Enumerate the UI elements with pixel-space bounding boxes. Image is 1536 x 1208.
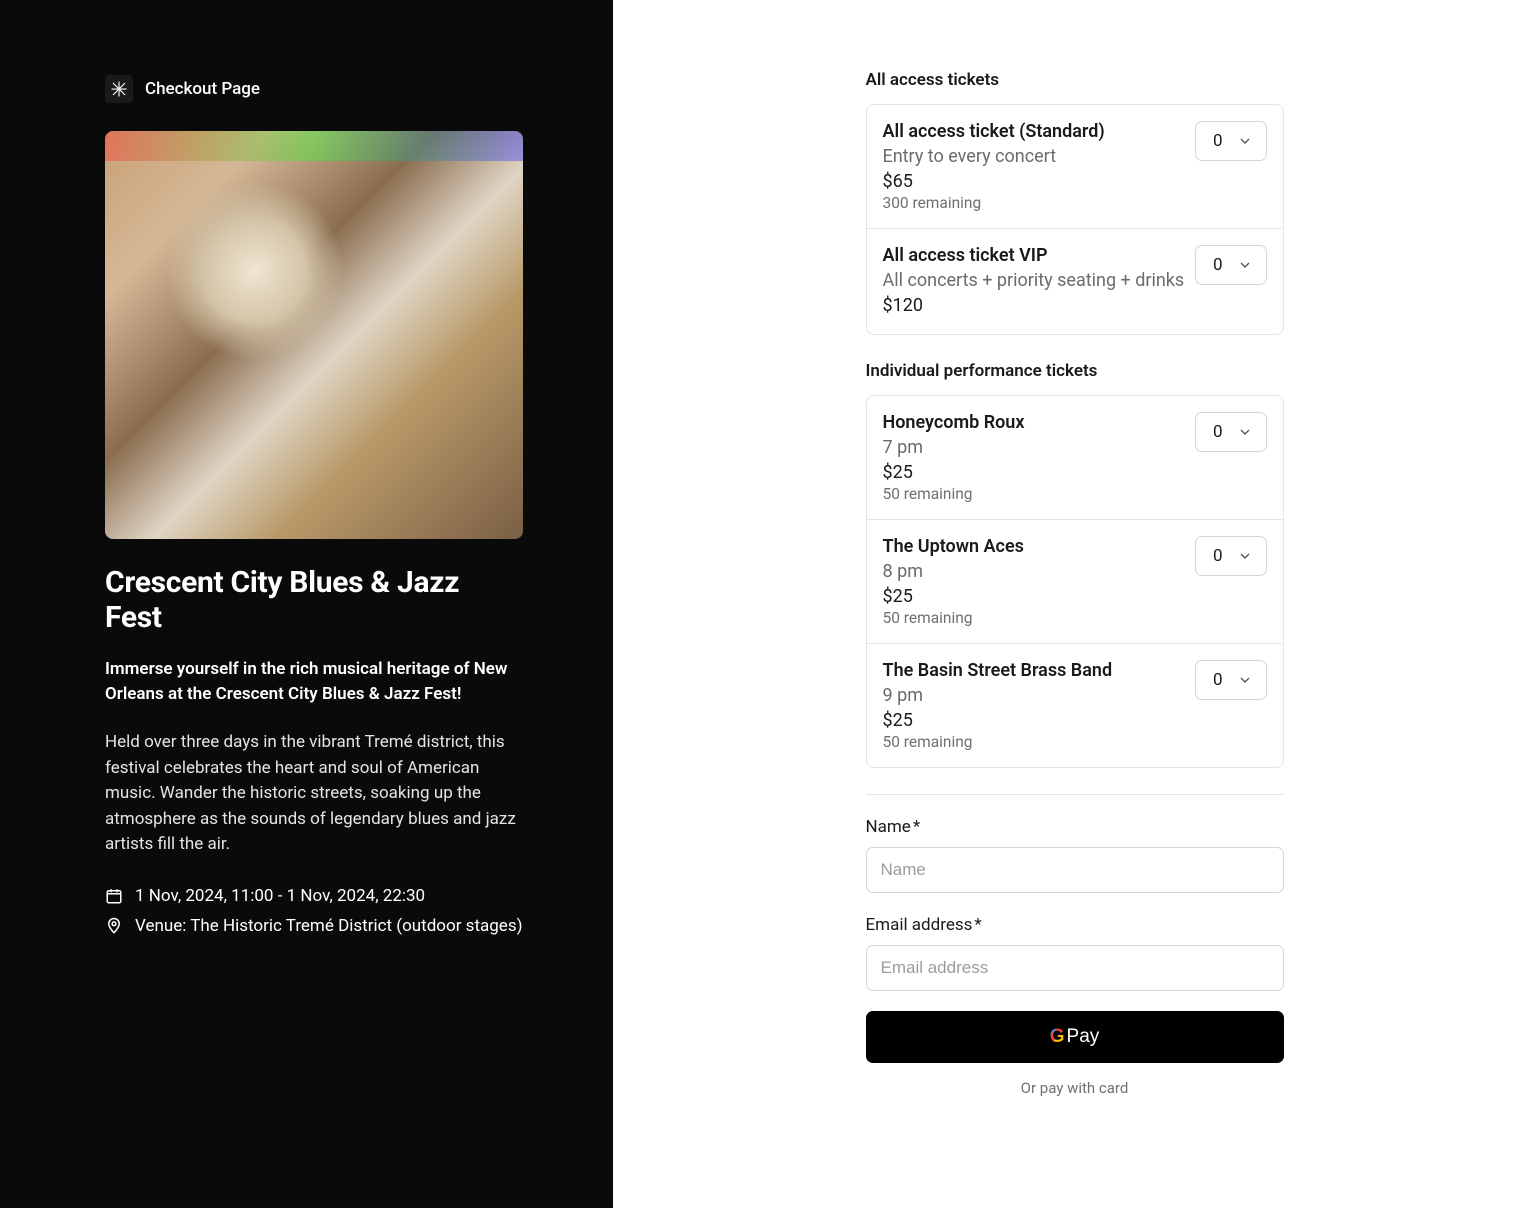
ticket-price: $25 — [883, 586, 1195, 607]
event-description: Held over three days in the vibrant Trem… — [105, 730, 523, 858]
email-label: Email address* — [866, 915, 1284, 935]
event-title: Crescent City Blues & Jazz Fest — [105, 565, 523, 635]
quantity-value: 0 — [1213, 131, 1223, 151]
location-pin-icon — [105, 917, 123, 935]
ticket-price: $25 — [883, 710, 1195, 731]
event-info-panel: Checkout Page Crescent City Blues & Jazz… — [0, 0, 613, 1208]
ticket-subtitle: 9 pm — [883, 685, 1195, 706]
quantity-select[interactable]: 0 — [1195, 245, 1267, 285]
chevron-down-icon — [1237, 257, 1253, 273]
ticket-name: All access ticket (Standard) — [883, 121, 1195, 142]
event-datetime: 1 Nov, 2024, 11:00 - 1 Nov, 2024, 22:30 — [135, 886, 425, 906]
gpay-logo-icon: GPay — [1050, 1026, 1100, 1048]
calendar-icon — [105, 887, 123, 905]
ticket-price: $120 — [883, 295, 1195, 316]
ticket-row: The Basin Street Brass Band 9 pm $25 50 … — [867, 644, 1283, 767]
ticket-subtitle: Entry to every concert — [883, 146, 1195, 167]
quantity-select[interactable]: 0 — [1195, 412, 1267, 452]
name-label: Name* — [866, 817, 1284, 837]
chevron-down-icon — [1237, 133, 1253, 149]
quantity-value: 0 — [1213, 546, 1223, 566]
ticket-subtitle: 8 pm — [883, 561, 1195, 582]
event-venue: Venue: The Historic Tremé District (outd… — [135, 916, 523, 936]
event-datetime-row: 1 Nov, 2024, 11:00 - 1 Nov, 2024, 22:30 — [105, 886, 523, 906]
event-intro: Immerse yourself in the rich musical her… — [105, 657, 523, 706]
ticket-remaining: 50 remaining — [883, 609, 1195, 627]
or-pay-with-card: Or pay with card — [866, 1079, 1284, 1097]
individual-ticket-group: Honeycomb Roux 7 pm $25 50 remaining 0 T… — [866, 395, 1284, 768]
email-input[interactable] — [866, 945, 1284, 991]
divider — [866, 794, 1284, 795]
ticket-name: The Uptown Aces — [883, 536, 1195, 557]
ticket-subtitle: All concerts + priority seating + drinks — [883, 270, 1195, 291]
all-access-section-title: All access tickets — [866, 70, 1284, 90]
ticket-row: Honeycomb Roux 7 pm $25 50 remaining 0 — [867, 396, 1283, 520]
ticket-name: The Basin Street Brass Band — [883, 660, 1195, 681]
quantity-value: 0 — [1213, 255, 1223, 275]
quantity-value: 0 — [1213, 422, 1223, 442]
brand: Checkout Page — [105, 75, 523, 103]
chevron-down-icon — [1237, 548, 1253, 564]
name-input[interactable] — [866, 847, 1284, 893]
quantity-value: 0 — [1213, 670, 1223, 690]
individual-section-title: Individual performance tickets — [866, 361, 1284, 381]
ticket-row: The Uptown Aces 8 pm $25 50 remaining 0 — [867, 520, 1283, 644]
checkout-panel: All access tickets All access ticket (St… — [613, 0, 1536, 1208]
brand-name: Checkout Page — [145, 79, 260, 99]
ticket-price: $65 — [883, 171, 1195, 192]
ticket-remaining: 50 remaining — [883, 733, 1195, 751]
ticket-remaining: 300 remaining — [883, 194, 1195, 212]
chevron-down-icon — [1237, 672, 1253, 688]
brand-logo-icon — [105, 75, 133, 103]
ticket-name: All access ticket VIP — [883, 245, 1195, 266]
ticket-price: $25 — [883, 462, 1195, 483]
google-pay-button[interactable]: GPay — [866, 1011, 1284, 1063]
ticket-name: Honeycomb Roux — [883, 412, 1195, 433]
quantity-select[interactable]: 0 — [1195, 536, 1267, 576]
all-access-ticket-group: All access ticket (Standard) Entry to ev… — [866, 104, 1284, 335]
ticket-row: All access ticket (Standard) Entry to ev… — [867, 105, 1283, 229]
event-hero-image — [105, 131, 523, 539]
quantity-select[interactable]: 0 — [1195, 660, 1267, 700]
ticket-remaining: 50 remaining — [883, 485, 1195, 503]
ticket-row: All access ticket VIP All concerts + pri… — [867, 229, 1283, 334]
ticket-subtitle: 7 pm — [883, 437, 1195, 458]
event-venue-row: Venue: The Historic Tremé District (outd… — [105, 916, 523, 936]
chevron-down-icon — [1237, 424, 1253, 440]
quantity-select[interactable]: 0 — [1195, 121, 1267, 161]
